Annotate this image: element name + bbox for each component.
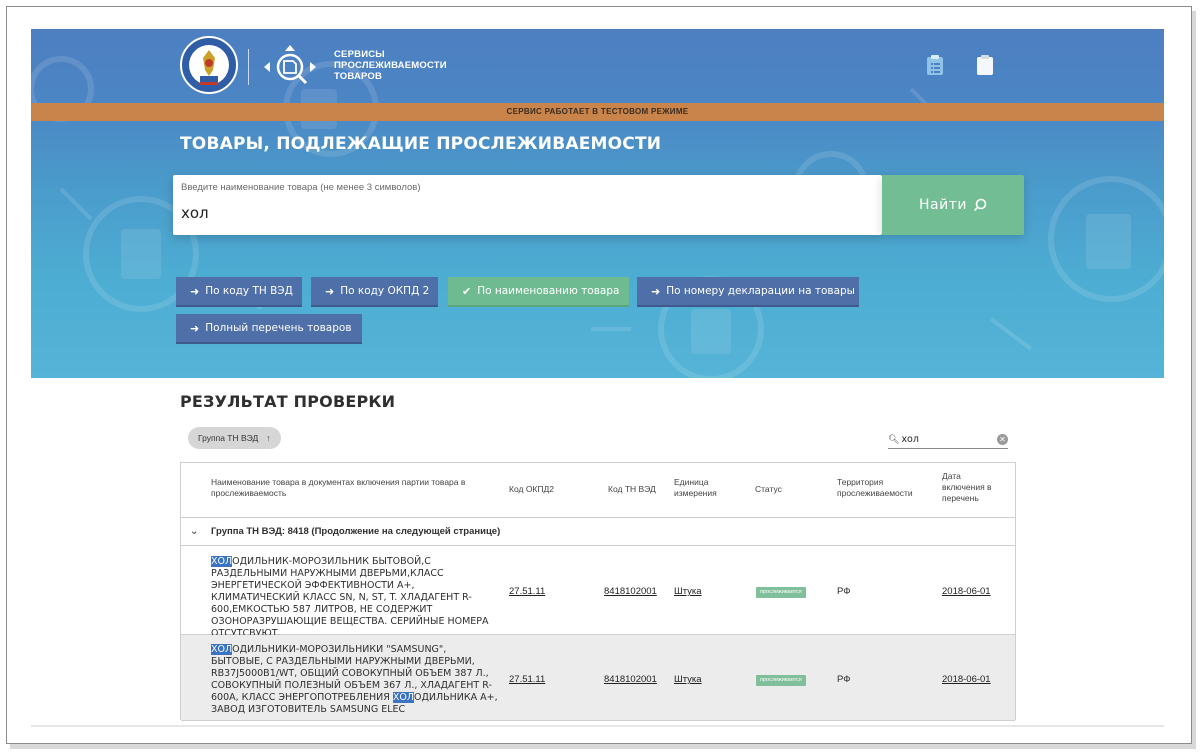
checkmark-icon: ✔ xyxy=(462,284,472,298)
search-input[interactable] xyxy=(181,201,871,225)
column-header-date[interactable]: Дата включения в перечень xyxy=(942,471,1004,504)
screenshot-frame: СЕРВИСЫ ПРОСЛЕЖИВАЕМОСТИ ТОВАРОВ СЕРВИС … xyxy=(6,6,1192,744)
filter-label: По коду ОКПД 2 xyxy=(340,285,430,297)
filter-label: По коду ТН ВЭД xyxy=(205,285,293,297)
arrow-right-icon: ➜ xyxy=(325,284,335,298)
table-header: Наименование товара в документах включен… xyxy=(181,463,1015,518)
filter-by-tnved-button[interactable]: ➜ По коду ТН ВЭД xyxy=(176,277,302,307)
clear-filter-icon[interactable]: ✕ xyxy=(997,434,1008,445)
column-header-name[interactable]: Наименование товара в документах включен… xyxy=(211,477,496,499)
product-name-text: ОДИЛЬНИК-МОРОЗИЛЬНИК БЫТОВОЙ,С РАЗДЕЛЬНЫ… xyxy=(211,556,489,639)
hero-section: СЕРВИСЫ ПРОСЛЕЖИВАЕМОСТИ ТОВАРОВ СЕРВИС … xyxy=(31,29,1164,378)
territory: РФ xyxy=(837,586,851,597)
table-row[interactable]: ХОЛОДИЛЬНИКИ-МОРОЗИЛЬНИКИ "SAMSUNG", БЫТ… xyxy=(181,635,1015,721)
territory: РФ xyxy=(837,674,851,685)
column-header-tnved[interactable]: Код ТН ВЭД xyxy=(608,484,656,495)
group-chip[interactable]: Группа ТН ВЭД ↑ xyxy=(188,427,281,449)
traceability-service-icon[interactable] xyxy=(260,43,320,91)
search-highlight: ХОЛ xyxy=(211,644,233,655)
results-title: РЕЗУЛЬТАТ ПРОВЕРКИ xyxy=(180,392,396,411)
chevron-down-icon[interactable]: ⌄ xyxy=(190,526,198,537)
search-highlight: ХОЛ xyxy=(392,692,414,703)
date-link[interactable]: 2018-06-01 xyxy=(942,674,991,685)
date-link[interactable]: 2018-06-01 xyxy=(942,586,991,597)
tnved-link[interactable]: 8418102001 xyxy=(604,674,657,685)
search-button[interactable]: Найти xyxy=(882,175,1024,235)
table-filter-input[interactable] xyxy=(901,434,992,445)
search-label: Введите наименование товара (не менее 3 … xyxy=(181,182,421,193)
column-header-territory[interactable]: Территория прослеживаемости xyxy=(837,477,927,499)
clipboard-icon[interactable] xyxy=(976,54,994,76)
full-list-button[interactable]: ➜ Полный перечень товаров xyxy=(176,314,362,344)
column-header-unit[interactable]: Единица измерения xyxy=(674,477,729,499)
arrow-right-icon: ➜ xyxy=(190,321,200,335)
filter-label: Полный перечень товаров xyxy=(205,322,352,334)
filter-by-okpd2-button[interactable]: ➜ По коду ОКПД 2 xyxy=(311,277,438,307)
unit-link[interactable]: Штука xyxy=(674,674,702,685)
okpd2-link[interactable]: 27.51.11 xyxy=(509,586,545,597)
status-badge: прослеживается xyxy=(756,675,806,686)
search-button-label: Найти xyxy=(919,197,967,213)
column-header-okpd2[interactable]: Код ОКПД2 xyxy=(509,484,554,495)
top-bar: СЕРВИСЫ ПРОСЛЕЖИВАЕМОСТИ ТОВАРОВ xyxy=(31,29,1164,103)
product-name: ХОЛОДИЛЬНИК-МОРОЗИЛЬНИК БЫТОВОЙ,С РАЗДЕЛ… xyxy=(211,556,501,640)
filter-label: По номеру декларации на товары xyxy=(666,285,855,297)
filter-label: По наименованию товара xyxy=(477,285,620,297)
filter-by-name-button[interactable]: ✔ По наименованию товара xyxy=(448,277,629,307)
okpd2-link[interactable]: 27.51.11 xyxy=(509,674,545,685)
sort-arrow-up-icon: ↑ xyxy=(266,433,271,443)
tnved-link[interactable]: 8418102001 xyxy=(604,586,657,597)
arrow-right-icon: ➜ xyxy=(190,284,200,298)
search-highlight: ХОЛ xyxy=(211,556,233,567)
product-name: ХОЛОДИЛЬНИКИ-МОРОЗИЛЬНИКИ "SAMSUNG", БЫТ… xyxy=(211,644,501,716)
unit-link[interactable]: Штука xyxy=(674,586,702,597)
results-table: Наименование товара в документах включен… xyxy=(180,462,1016,721)
group-label: Группа ТН ВЭД: 8418 (Продолжение на след… xyxy=(211,526,501,537)
logo-divider xyxy=(248,49,249,85)
search-box: Введите наименование товара (не менее 3 … xyxy=(173,175,882,235)
page-title: ТОВАРЫ, ПОДЛЕЖАЩИЕ ПРОСЛЕЖИВАЕМОСТИ xyxy=(180,134,662,154)
group-chip-label: Группа ТН ВЭД xyxy=(198,433,259,443)
test-mode-banner: СЕРВИС РАБОТАЕТ В ТЕСТОВОМ РЕЖИМЕ xyxy=(31,103,1164,121)
group-row: ⌄ Группа ТН ВЭД: 8418 (Продолжение на сл… xyxy=(181,518,1015,546)
filter-by-declaration-button[interactable]: ➜ По номеру декларации на товары xyxy=(637,277,859,307)
fns-emblem-icon[interactable] xyxy=(180,36,238,94)
table-filter: 🔍︎ ✕ xyxy=(888,431,1008,449)
arrow-right-icon: ➜ xyxy=(651,284,661,298)
column-header-status[interactable]: Статус xyxy=(755,484,782,495)
search-icon xyxy=(973,198,987,212)
table-row[interactable]: ХОЛОДИЛЬНИК-МОРОЗИЛЬНИК БЫТОВОЙ,С РАЗДЕЛ… xyxy=(181,547,1015,639)
logo-text: СЕРВИСЫ ПРОСЛЕЖИВАЕМОСТИ ТОВАРОВ xyxy=(334,49,447,82)
search-icon: 🔍︎ xyxy=(888,434,900,444)
page: СЕРВИСЫ ПРОСЛЕЖИВАЕМОСТИ ТОВАРОВ СЕРВИС … xyxy=(31,29,1164,727)
clipboard-list-icon[interactable] xyxy=(926,54,944,76)
status-badge: прослеживается xyxy=(756,587,806,598)
page-bottom-divider xyxy=(31,725,1164,727)
